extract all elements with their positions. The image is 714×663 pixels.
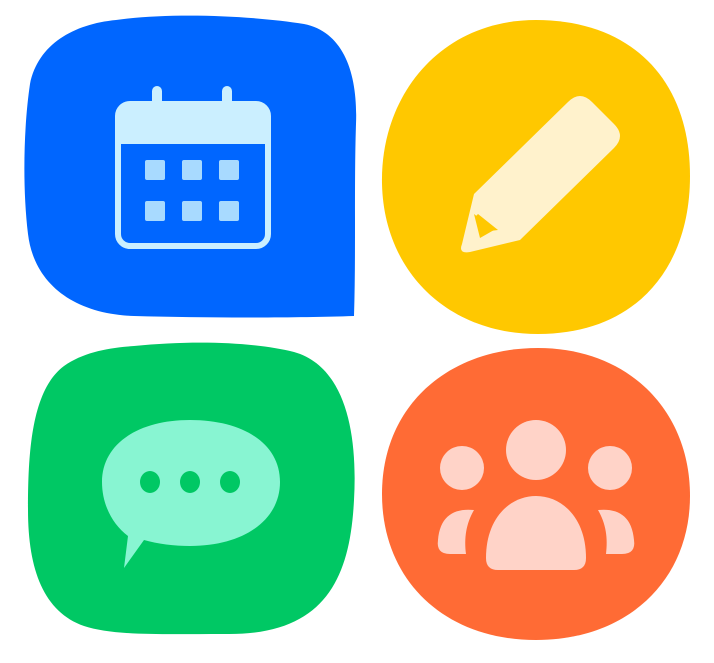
notes-tile-shape xyxy=(381,20,690,334)
contacts-app-tile[interactable] xyxy=(378,340,694,644)
messages-tile-shape xyxy=(28,342,355,635)
messages-app-tile[interactable] xyxy=(24,340,358,640)
contacts-tile-background xyxy=(382,348,690,640)
calendar-app-tile[interactable] xyxy=(24,14,358,320)
notes-app-tile[interactable] xyxy=(378,16,694,338)
calendar-tile-shape xyxy=(24,15,357,318)
contacts-tile-shape xyxy=(382,348,690,640)
